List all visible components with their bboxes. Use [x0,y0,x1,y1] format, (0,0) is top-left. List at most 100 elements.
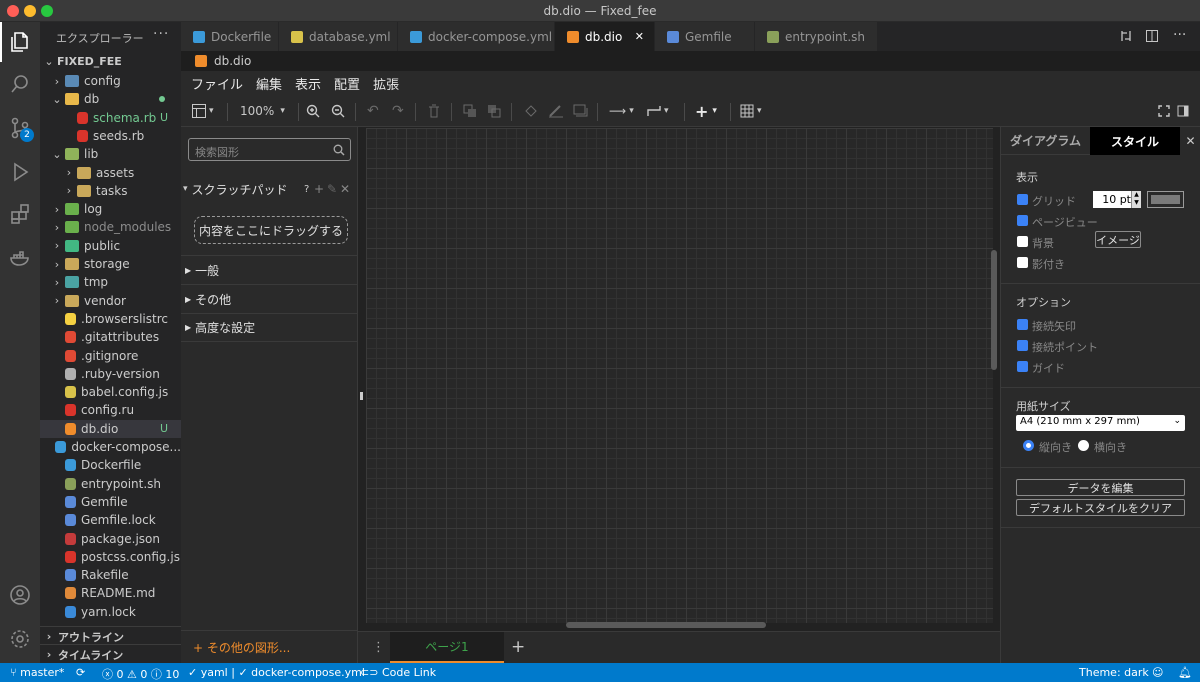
tab-dockerfile[interactable]: Dockerfile [181,22,279,51]
branch-indicator[interactable]: ⑂ master* [10,666,64,679]
menu-item[interactable]: 編集 [256,74,282,93]
panel-resize-handle[interactable] [360,392,363,400]
connection-style-button[interactable]: ⟶ ▾ [609,103,634,119]
tree-file[interactable]: package.json [40,530,181,548]
background-checkbox[interactable] [1017,236,1028,247]
tree-file[interactable]: README.md [40,584,181,602]
tree-file[interactable]: yarn.lock [40,603,181,621]
page-view-checkbox[interactable] [1017,215,1028,226]
tree-file[interactable]: seeds.rb [40,127,181,145]
tree-file[interactable]: entrypoint.sh [40,475,181,493]
split-editor-icon[interactable] [1145,29,1159,43]
fullscreen-icon[interactable] [1158,103,1170,119]
insert-button[interactable]: + ▾ [695,102,717,121]
menu-item[interactable]: 表示 [295,74,321,93]
tree-file[interactable]: db.dio U [40,419,181,438]
tree-file[interactable]: .browserslistrc [40,310,181,328]
redo-icon[interactable]: ↷ [392,103,404,119]
tree-folder[interactable]: › log [40,200,181,218]
landscape-radio[interactable] [1078,440,1089,451]
tree-folder[interactable]: › vendor [40,292,181,310]
tree-file[interactable]: Gemfile [40,493,181,511]
feedback-icon[interactable]: ☺ [1152,666,1163,679]
project-root[interactable]: ⌄ FIXED_FEE [40,52,181,70]
scratchpad-header[interactable]: ▾ スクラッチパッド ? + ✎ ✕ [181,179,358,199]
edit-data-button[interactable]: データを編集 [1016,479,1185,496]
shadow-checkbox[interactable] [1017,257,1028,268]
edit-icon[interactable]: ✎ [327,182,337,196]
add-page-icon[interactable]: + [511,637,525,657]
theme-indicator[interactable]: Theme: dark [1079,666,1149,679]
more-actions-icon[interactable]: ··· [153,26,169,42]
tree-folder[interactable]: › public [40,237,181,255]
pages-menu-icon[interactable]: ⋮ [372,640,385,655]
tree-file[interactable]: .gitignore [40,347,181,365]
menu-item[interactable]: 配置 [334,74,360,93]
portrait-radio[interactable] [1023,440,1034,451]
vertical-scrollbar[interactable] [991,250,997,370]
line-color-icon[interactable] [548,103,564,119]
tree-file[interactable]: .ruby-version [40,365,181,383]
group-general[interactable]: ▶ 一般 [181,255,358,284]
tree-file[interactable]: Dockerfile [40,456,181,474]
tree-file[interactable]: .gitattributes [40,328,181,346]
tree-folder[interactable]: › config [40,72,181,90]
tab-db-dio[interactable]: db.dio ✕ [555,22,655,51]
shadow-icon[interactable] [573,103,589,119]
table-button[interactable]: ▾ [740,103,762,119]
waypoints-button[interactable]: ▾ [647,103,669,119]
to-back-icon[interactable] [487,103,501,119]
breadcrumb-file[interactable]: db.dio [214,54,251,68]
more-shapes-button[interactable]: + その他の図形... [181,630,358,663]
explorer-activity[interactable] [0,22,40,62]
connection-points-checkbox[interactable] [1017,340,1028,351]
grid-checkbox[interactable] [1017,194,1028,205]
tree-file[interactable]: Rakefile [40,566,181,584]
tree-file[interactable]: config.ru [40,401,181,419]
sync-icon[interactable]: ⟳ [76,666,85,679]
tree-file[interactable]: schema.rb U [40,109,181,127]
close-panel-icon[interactable]: ✕ [1180,127,1200,155]
to-front-icon[interactable] [463,103,477,119]
grid-size-stepper[interactable]: ▲ ▼ [1131,191,1141,208]
tree-folder[interactable]: › assets [40,164,181,182]
tree-folder[interactable]: › storage [40,255,181,273]
zoom-select[interactable]: 100% ▾ [240,103,285,119]
undo-icon[interactable]: ↶ [367,103,379,119]
settings-activity[interactable] [0,619,40,659]
zoom-out-button[interactable] [331,103,345,119]
paper-size-select[interactable]: A4 (210 mm x 297 mm) ⌄ [1016,415,1185,431]
tree-file[interactable]: docker-compose... [40,438,181,456]
tree-file[interactable]: Gemfile.lock [40,511,181,529]
menu-item[interactable]: ファイル [191,74,243,93]
shape-search-input[interactable]: 検索図形 [188,138,351,161]
search-activity[interactable] [0,64,40,104]
zoom-in-button[interactable] [306,103,320,119]
close-icon[interactable]: ✕ [340,182,350,196]
language-indicator[interactable]: ✓ yaml | ✓ docker-compose.yml [188,666,365,679]
image-button[interactable]: イメージ [1095,231,1141,248]
more-actions-icon[interactable]: ··· [1173,27,1186,43]
tab-style[interactable]: スタイル [1090,127,1180,155]
source-control-activity[interactable]: 2 [0,108,40,148]
tab-gemfile[interactable]: Gemfile [655,22,755,51]
tree-folder[interactable]: ⌄ lib [40,145,181,163]
connection-arrows-checkbox[interactable] [1017,319,1028,330]
page-tab[interactable]: ページ1 [390,632,504,663]
diagram-canvas[interactable] [366,128,993,623]
format-panel-toggle-icon[interactable] [1177,103,1189,119]
extensions-activity[interactable] [0,194,40,234]
group-other[interactable]: ▶ その他 [181,284,358,313]
tree-folder[interactable]: › node_modules [40,218,181,236]
tab-diagram[interactable]: ダイアグラム [1001,127,1090,155]
grid-size-input[interactable]: 10 pt [1093,191,1135,208]
run-debug-activity[interactable] [0,152,40,192]
fill-color-icon[interactable] [523,103,539,119]
tree-folder[interactable]: › tasks [40,182,181,200]
help-icon[interactable]: ? [304,184,309,195]
tree-file[interactable]: postcss.config.js [40,548,181,566]
menu-item[interactable]: 拡張 [373,74,399,93]
add-icon[interactable]: + [314,182,324,196]
tree-folder[interactable]: › tmp [40,273,181,291]
view-layout-button[interactable]: ▾ [191,103,214,119]
